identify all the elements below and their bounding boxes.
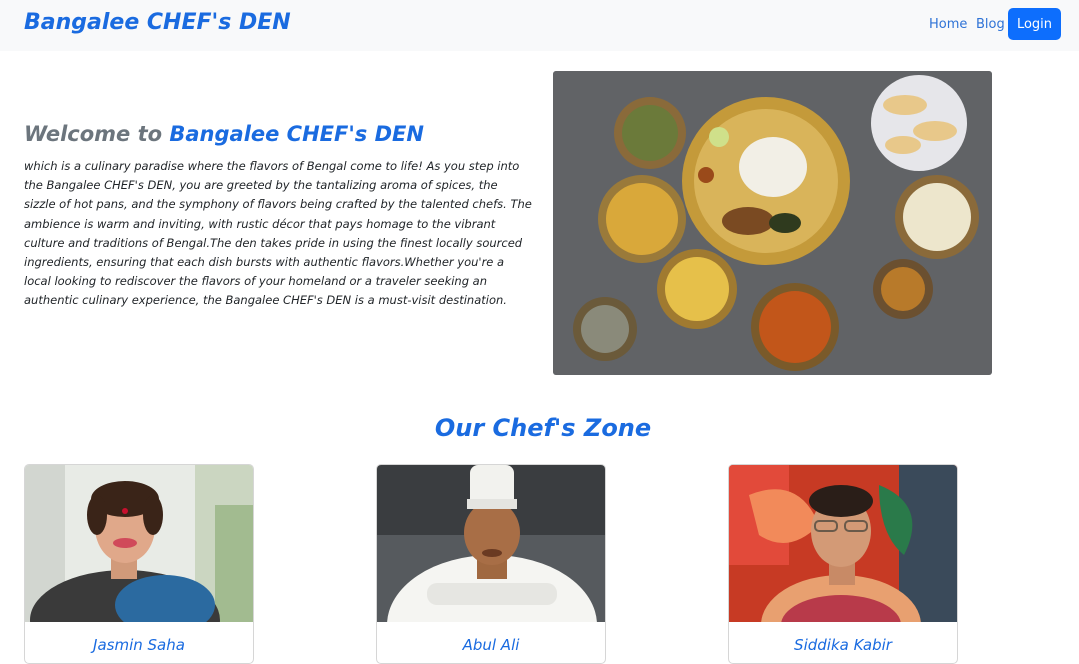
welcome-heading: Welcome to Bangalee CHEF's DEN — [24, 122, 424, 146]
chef-card[interactable]: Siddika Kabir — [728, 464, 958, 664]
brand-logo-text[interactable]: Bangalee CHEF's DEN — [24, 10, 291, 35]
chef-card[interactable]: Abul Ali — [376, 464, 606, 664]
thali-illustration — [553, 71, 992, 375]
chef-photo — [377, 465, 605, 622]
chef-name: Jasmin Saha — [93, 636, 185, 654]
welcome-prefix: Welcome to — [24, 122, 170, 146]
chefs-zone-title: Our Chef's Zone — [434, 414, 652, 442]
chef-photo — [25, 465, 253, 622]
bengali-thali-image — [553, 71, 992, 375]
chef-photo — [729, 465, 957, 622]
nav-link-blog[interactable]: Blog — [976, 17, 1005, 32]
login-button[interactable]: Login — [1008, 8, 1061, 40]
chef-card[interactable]: Jasmin Saha — [24, 464, 254, 664]
welcome-brand-name: Bangalee CHEF's DEN — [169, 122, 424, 146]
chef-name: Siddika Kabir — [794, 636, 892, 654]
chef-name: Abul Ali — [462, 636, 520, 654]
welcome-description: which is a culinary paradise where the f… — [24, 159, 532, 308]
navbar: Bangalee CHEF's DEN Home Blog Login — [0, 0, 1079, 51]
nav-link-home[interactable]: Home — [929, 17, 967, 32]
